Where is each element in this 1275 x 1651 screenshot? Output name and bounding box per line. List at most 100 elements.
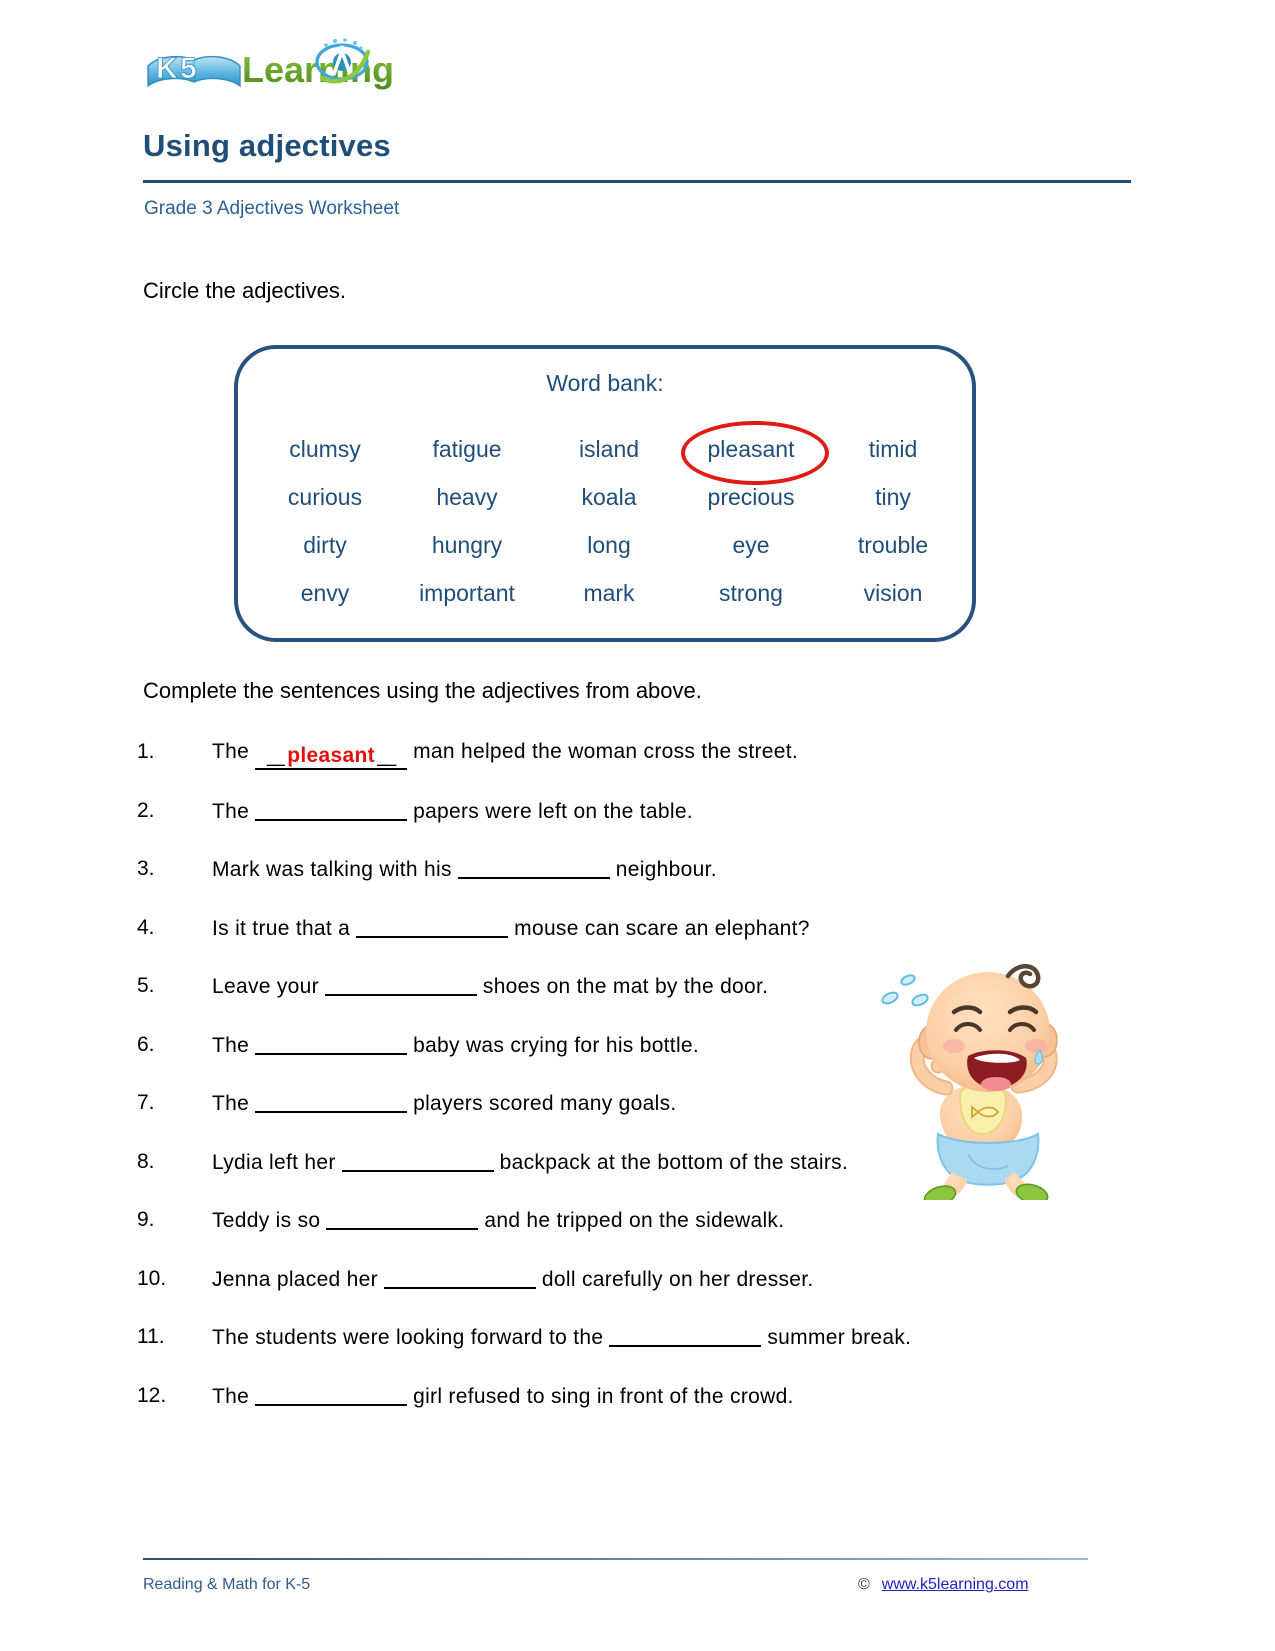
answer-blank[interactable]: [341, 1150, 494, 1172]
sentence-body: Leave your shoes on the mat by the door.: [212, 974, 768, 999]
answer-blank[interactable]: [255, 1033, 408, 1055]
word-bank-word[interactable]: clumsy: [254, 436, 396, 463]
word-bank-word[interactable]: mark: [538, 580, 680, 607]
word-bank: Word bank: clumsy fatigue island pleasan…: [234, 345, 976, 642]
word-bank-word[interactable]: eye: [680, 532, 822, 559]
answer-blank[interactable]: [383, 1267, 536, 1289]
word-bank-word[interactable]: tiny: [822, 484, 964, 511]
sentence-before: Teddy is so: [212, 1209, 321, 1232]
sentence-number: 4.: [137, 915, 155, 939]
word-bank-grid: clumsy fatigue island pleasant timid cur…: [254, 421, 964, 617]
word-bank-word[interactable]: strong: [680, 580, 822, 607]
sentence-item: 9. Teddy is so and he tripped on the side…: [137, 1208, 1137, 1267]
instruction-complete-sentences: Complete the sentences using the adjecti…: [143, 678, 702, 703]
sentence-after: man helped the woman cross the street.: [413, 740, 799, 763]
footer-tagline: Reading & Math for K-5: [143, 1576, 311, 1593]
answer-blank[interactable]: [324, 974, 477, 996]
sentence-after: mouse can scare an elephant?: [514, 916, 810, 940]
sentence-number: 9.: [137, 1208, 155, 1231]
sentence-item: 12. The girl refused to sing in front of …: [137, 1384, 1137, 1443]
word-bank-heading: Word bank:: [546, 370, 664, 396]
answer-blank[interactable]: [457, 857, 610, 879]
answer-blank-filled[interactable]: ____________pleasant: [255, 744, 408, 770]
svg-text:K: K: [156, 52, 178, 85]
k5learning-url-link[interactable]: www.k5learning.com: [882, 1576, 1029, 1593]
sentence-before: Jenna placed her: [212, 1267, 378, 1291]
sentence-number: 2.: [137, 798, 155, 822]
sentence-before: Is it true that a: [212, 916, 351, 940]
sentence-body: Jenna placed her doll carefully on her dr…: [212, 1267, 814, 1292]
sentence-body: The girl refused to sing in front of the …: [212, 1384, 794, 1409]
sentence-after: summer break.: [767, 1326, 912, 1349]
sentence-before: The: [212, 1092, 250, 1115]
sentence-body: Lydia left her backpack at the bottom of …: [212, 1150, 848, 1175]
sentence-before: The students were looking forward to the: [212, 1326, 604, 1349]
sentence-after: papers were left on the table.: [413, 799, 693, 823]
instruction-circle-adjectives: Circle the adjectives.: [143, 278, 346, 303]
sentence-body: Teddy is so and he tripped on the sidewal…: [212, 1208, 784, 1233]
crying-baby-illustration: [868, 938, 1083, 1200]
sentence-before: Leave your: [212, 975, 319, 998]
sentence-after: neighbour.: [615, 858, 717, 881]
sentence-number: 3.: [137, 857, 155, 880]
word-bank-word[interactable]: fatigue: [396, 436, 538, 463]
sentence-after: girl refused to sing in front of the cro…: [413, 1384, 794, 1408]
footer-copyright-block: © www.k5learning.com: [858, 1576, 1029, 1594]
word-bank-word[interactable]: island: [538, 436, 680, 463]
sentence-body: Is it true that a mouse can scare an elep…: [212, 916, 810, 941]
sentence-body: The papers were left on the table.: [212, 799, 693, 824]
word-bank-word[interactable]: curious: [254, 484, 396, 511]
word-bank-word[interactable]: important: [396, 580, 538, 607]
answer-blank[interactable]: [255, 799, 408, 821]
word-bank-word[interactable]: precious: [680, 484, 822, 511]
answer-blank[interactable]: [356, 916, 509, 938]
answer-blank[interactable]: [255, 1384, 408, 1406]
sentence-after: doll carefully on her dresser.: [541, 1267, 814, 1291]
word-bank-word[interactable]: vision: [822, 580, 964, 607]
word-bank-word[interactable]: envy: [254, 580, 396, 607]
word-bank-word[interactable]: timid: [822, 436, 964, 463]
title-divider: [143, 180, 1131, 183]
word-bank-word-circled[interactable]: pleasant: [680, 421, 829, 485]
sentence-number: 6.: [137, 1032, 155, 1056]
sentence-number: 11.: [137, 1325, 165, 1348]
sentence-after: players scored many goals.: [413, 1092, 677, 1115]
word-bank-word[interactable]: hungry: [396, 532, 538, 559]
sentence-number: 7.: [137, 1091, 155, 1114]
sentence-after: baby was crying for his bottle.: [413, 1033, 700, 1057]
word-bank-word[interactable]: trouble: [822, 532, 964, 559]
sentence-item: 3. Mark was talking with his neighbour.: [137, 857, 1137, 916]
answer-blank[interactable]: [326, 1208, 479, 1230]
sentence-body: The____________pleasantman helped the wo…: [212, 740, 798, 770]
sentence-item: 10. Jenna placed her doll carefully on he…: [137, 1267, 1137, 1326]
k5-learning-logo: K 5 Learning: [146, 38, 406, 100]
sentence-before: The: [212, 740, 250, 763]
word-bank-row: curious heavy koala precious tiny: [254, 473, 964, 521]
word-bank-word[interactable]: koala: [538, 484, 680, 511]
answer-word: pleasant: [285, 744, 377, 767]
sentence-number: 1.: [137, 740, 155, 763]
sentence-before: The: [212, 1384, 250, 1408]
answer-blank[interactable]: [255, 1091, 408, 1113]
sentence-body: The baby was crying for his bottle.: [212, 1033, 699, 1058]
word-bank-word[interactable]: heavy: [396, 484, 538, 511]
sentence-before: Mark was talking with his: [212, 858, 452, 881]
sentence-body: Mark was talking with his neighbour.: [212, 857, 717, 882]
worksheet-page: K 5 Learning Using adjectives Grade 3 Ad…: [0, 0, 1275, 1651]
sentence-number: 8.: [137, 1149, 155, 1173]
word-bank-row: clumsy fatigue island pleasant timid: [254, 421, 964, 485]
word-bank-word[interactable]: long: [538, 532, 680, 559]
sentence-after: shoes on the mat by the door.: [482, 975, 769, 998]
sentence-item: 1. The____________pleasantman helped the…: [137, 740, 1137, 799]
sentence-after: and he tripped on the sidewalk.: [484, 1209, 785, 1232]
page-subtitle: Grade 3 Adjectives Worksheet: [144, 198, 400, 219]
sentence-body: The players scored many goals.: [212, 1091, 677, 1116]
sentence-before: The: [212, 1033, 250, 1057]
page-title: Using adjectives: [143, 128, 391, 163]
sentence-body: The students were looking forward to the…: [212, 1325, 911, 1350]
sentence-before: The: [212, 799, 250, 823]
sentence-after: backpack at the bottom of the stairs.: [499, 1150, 849, 1174]
svg-text:5: 5: [180, 52, 197, 85]
answer-blank[interactable]: [609, 1325, 762, 1347]
word-bank-word[interactable]: dirty: [254, 532, 396, 559]
